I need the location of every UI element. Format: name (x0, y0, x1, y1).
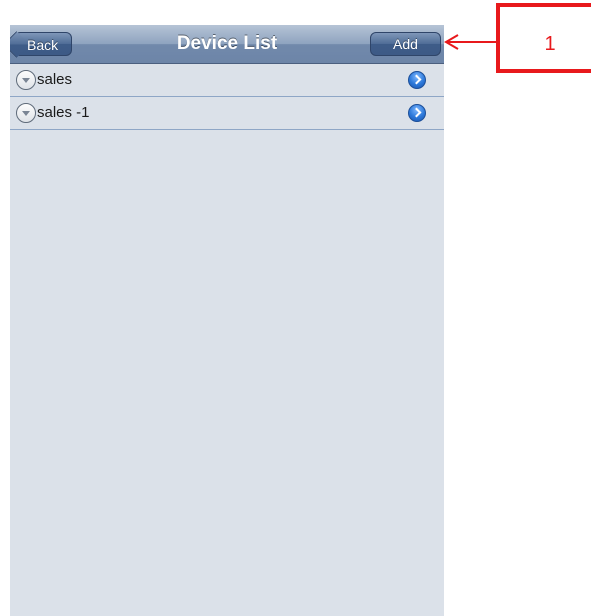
device-name: sales -1 (37, 104, 90, 121)
device-list: sales sales -1 (10, 64, 444, 130)
back-button[interactable]: Back (10, 31, 72, 58)
detail-disclosure-icon[interactable] (408, 104, 426, 122)
chevron-down-icon[interactable] (16, 103, 36, 123)
add-button[interactable]: Add (370, 32, 441, 56)
detail-disclosure-icon[interactable] (408, 71, 426, 89)
chevron-down-icon[interactable] (16, 70, 36, 90)
callout-number: 1 (544, 33, 556, 55)
back-button-label: Back (27, 37, 59, 53)
list-item[interactable]: sales (10, 64, 444, 97)
callout-arrow-icon (444, 34, 498, 50)
list-item[interactable]: sales -1 (10, 97, 444, 130)
navigation-bar: Device List Back Add (10, 25, 444, 64)
device-list-screen: Device List Back Add sales sales -1 (10, 25, 444, 616)
device-name: sales (37, 71, 73, 88)
callout-box: 1 (496, 3, 591, 73)
